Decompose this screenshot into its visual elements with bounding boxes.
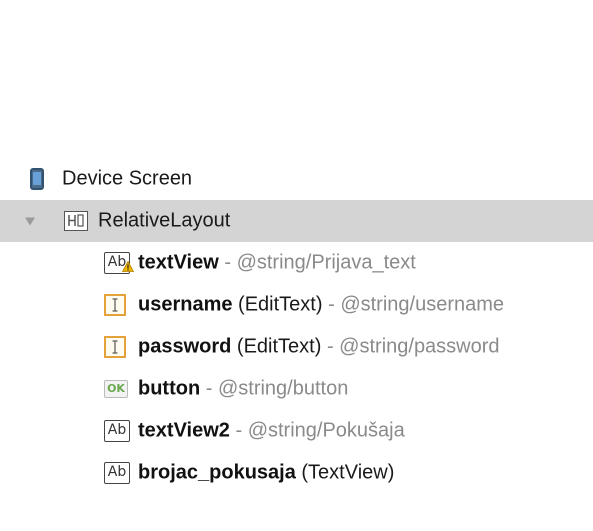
- tree-item-button[interactable]: OK button - @string/button: [0, 368, 593, 410]
- tree-item-relative-layout[interactable]: RelativeLayout: [0, 200, 593, 242]
- device-screen-icon: [30, 168, 44, 190]
- tree-item-password[interactable]: password (EditText) - @string/password: [0, 326, 593, 368]
- component-name: button: [138, 377, 201, 400]
- component-name: brojac_pokusaja: [138, 461, 296, 484]
- edittext-icon: [104, 294, 126, 316]
- textview-icon: Ab: [104, 462, 130, 484]
- tree-item-text: textView - @string/Prijava_text: [138, 252, 416, 275]
- separator: -: [322, 293, 341, 316]
- separator: -: [200, 377, 218, 400]
- string-reference: @string/Prijava_text: [236, 251, 416, 274]
- component-name: textView: [138, 251, 219, 274]
- component-name: password: [138, 335, 232, 358]
- ok-glyph: OK: [104, 380, 128, 398]
- tree-item-text: brojac_pokusaja (TextView): [138, 462, 394, 485]
- warning-icon: [121, 259, 135, 278]
- tree-item-text: textView2 - @string/Pokušaja: [138, 420, 405, 443]
- string-reference: @string/password: [339, 335, 500, 358]
- string-reference: @string/button: [217, 377, 349, 400]
- tree-item-text: password (EditText) - @string/password: [138, 336, 500, 359]
- tree-item-label: Device Screen: [62, 167, 193, 190]
- component-name: textView2: [138, 419, 230, 442]
- component-type: (EditText): [231, 335, 322, 358]
- tree-item-text: button - @string/button: [138, 378, 348, 401]
- component-name: username: [138, 293, 233, 316]
- separator: -: [321, 335, 340, 358]
- relative-layout-icon: [64, 211, 88, 231]
- ab-glyph: Ab: [104, 462, 130, 484]
- tree-item-brojac-pokusaja[interactable]: Ab brojac_pokusaja (TextView): [0, 452, 593, 494]
- tree-item-textview2[interactable]: Ab textView2 - @string/Pokušaja: [0, 410, 593, 452]
- tree-item-username[interactable]: username (EditText) - @string/username: [0, 284, 593, 326]
- button-ok-icon: OK: [104, 380, 128, 398]
- component-tree: Device Screen RelativeLayout Ab textView…: [0, 158, 593, 494]
- ab-glyph: Ab: [104, 420, 130, 442]
- component-type: (TextView): [295, 461, 395, 484]
- tree-item-text: username (EditText) - @string/username: [138, 294, 504, 317]
- string-reference: @string/Pokušaja: [247, 419, 405, 442]
- string-reference: @string/username: [340, 293, 505, 316]
- expand-arrow-icon[interactable]: [24, 210, 36, 233]
- edittext-icon: [104, 336, 126, 358]
- textview-icon: Ab: [104, 420, 130, 442]
- component-type: (EditText): [232, 293, 323, 316]
- tree-item-device-screen[interactable]: Device Screen: [0, 158, 593, 200]
- separator: -: [229, 419, 248, 442]
- tree-item-textview[interactable]: Ab textView - @string/Prijava_text: [0, 242, 593, 284]
- tree-item-label: RelativeLayout: [98, 209, 231, 232]
- separator: -: [218, 251, 237, 274]
- textview-warning-icon: Ab: [104, 252, 135, 274]
